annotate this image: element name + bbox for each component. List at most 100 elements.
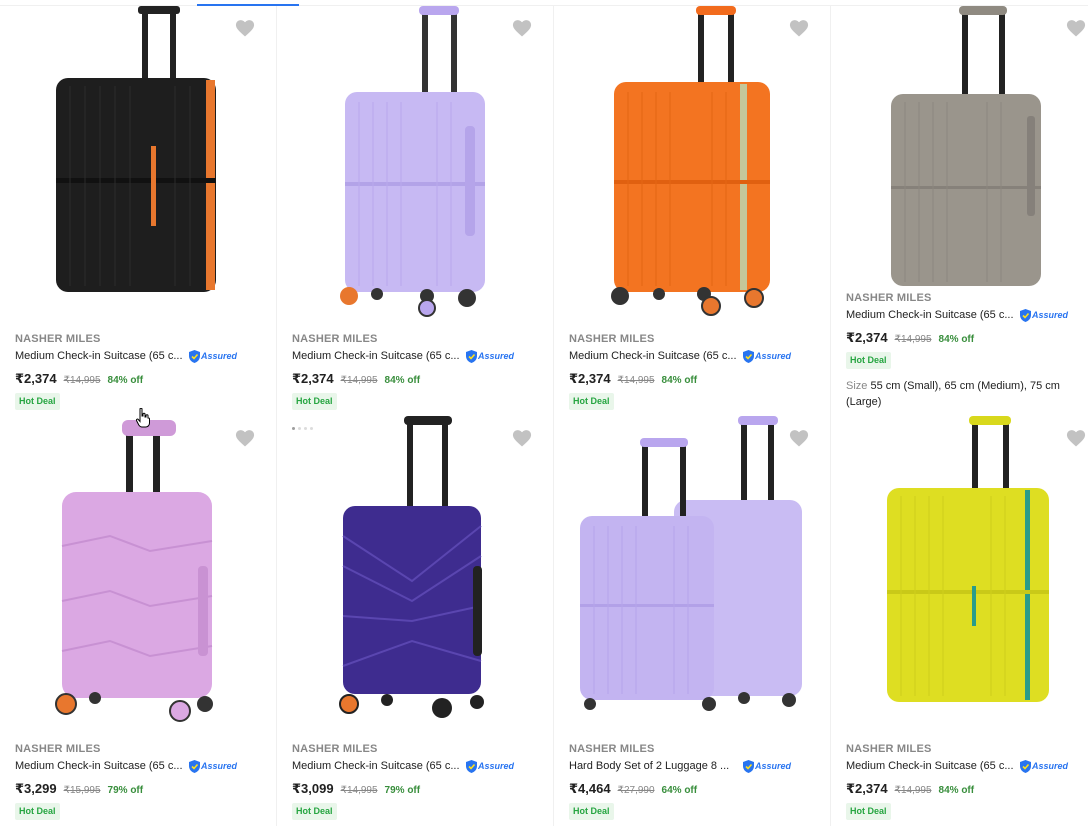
product-brand: NASHER MILES [292,743,378,755]
product-image[interactable] [0,6,277,326]
product-title[interactable]: Medium Check-in Suitcase (65 c... [846,308,1018,322]
product-image[interactable] [277,6,554,326]
product-image[interactable] [554,6,831,326]
assured-badge: Assured [189,349,238,363]
product-title[interactable]: Medium Check-in Suitcase (65 c... [292,349,464,363]
product-card[interactable]: NASHER MILES Medium Check-in Suitcase (6… [277,6,554,416]
size-values: 55 cm (Small), 65 cm (Medium), 75 cm (La… [846,380,1060,408]
assured-label: Assured [201,761,238,771]
assured-label: Assured [201,351,238,361]
product-title[interactable]: Medium Check-in Suitcase (65 c... [292,759,464,773]
product-card[interactable]: NASHER MILES Hard Body Set of 2 Luggage … [554,416,831,826]
assured-label: Assured [1032,761,1069,771]
product-brand: NASHER MILES [15,743,101,755]
product-price: ₹2,374 [15,371,57,386]
product-brand: NASHER MILES [292,333,378,345]
wishlist-heart-icon[interactable] [1065,18,1087,38]
assured-shield-icon [1020,308,1031,322]
image-carousel-dots[interactable] [292,427,313,430]
product-brand: NASHER MILES [846,743,932,755]
wishlist-heart-icon[interactable] [234,18,256,38]
product-discount: 79% off [107,785,144,796]
product-discount: 84% off [938,334,975,345]
hot-deal-badge: Hot Deal [292,393,337,410]
product-discount: 84% off [938,785,975,796]
assured-shield-icon [466,349,477,363]
wishlist-heart-icon[interactable] [234,428,256,448]
assured-shield-icon [743,759,754,773]
product-image[interactable] [0,416,277,736]
product-card[interactable]: NASHER MILES Medium Check-in Suitcase (6… [831,416,1088,826]
assured-shield-icon [466,759,477,773]
product-brand: NASHER MILES [569,333,655,345]
product-price: ₹2,374 [292,371,334,386]
product-price: ₹2,374 [846,330,888,345]
product-mrp: ₹14,995 [340,375,378,386]
wishlist-heart-icon[interactable] [511,428,533,448]
carousel-dot[interactable] [298,427,301,430]
hot-deal-badge: Hot Deal [15,393,60,410]
assured-badge: Assured [743,759,792,773]
product-image[interactable] [831,416,1088,736]
wishlist-heart-icon[interactable] [511,18,533,38]
product-title[interactable]: Medium Check-in Suitcase (65 c... [846,759,1018,773]
product-discount: 79% off [384,785,421,796]
product-price: ₹3,099 [292,781,334,796]
product-discount: 64% off [661,785,698,796]
product-price: ₹3,299 [15,781,57,796]
product-discount: 84% off [384,375,421,386]
product-price: ₹2,374 [569,371,611,386]
product-brand: NASHER MILES [846,292,932,304]
assured-label: Assured [755,761,792,771]
product-discount: 84% off [661,375,698,386]
product-price: ₹4,464 [569,781,611,796]
assured-badge: Assured [1020,759,1069,773]
assured-label: Assured [478,351,515,361]
carousel-dot[interactable] [304,427,307,430]
product-discount: 84% off [107,375,144,386]
product-mrp: ₹14,995 [617,375,655,386]
product-title[interactable]: Hard Body Set of 2 Luggage 8 ... [569,759,741,773]
wishlist-heart-icon[interactable] [1065,428,1087,448]
product-brand: NASHER MILES [15,333,101,345]
product-mrp: ₹14,995 [340,785,378,796]
product-title[interactable]: Medium Check-in Suitcase (65 c... [15,759,187,773]
product-title[interactable]: Medium Check-in Suitcase (65 c... [15,349,187,363]
assured-badge: Assured [466,349,515,363]
assured-shield-icon [743,349,754,363]
product-card[interactable]: NASHER MILES Medium Check-in Suitcase (6… [831,6,1088,416]
hot-deal-badge: Hot Deal [569,393,614,410]
product-mrp: ₹14,995 [894,334,932,345]
wishlist-heart-icon[interactable] [788,428,810,448]
product-image[interactable] [554,416,831,736]
product-mrp: ₹15,995 [63,785,101,796]
hot-deal-badge: Hot Deal [292,803,337,820]
product-image[interactable] [277,416,554,736]
hot-deal-badge: Hot Deal [846,803,891,820]
size-label: Size [846,380,868,392]
assured-label: Assured [1032,310,1069,320]
product-image[interactable] [831,6,1088,326]
product-brand: NASHER MILES [569,743,655,755]
product-title[interactable]: Medium Check-in Suitcase (65 c... [569,349,741,363]
assured-badge: Assured [466,759,514,773]
product-mrp: ₹14,995 [63,375,101,386]
assured-shield-icon [189,349,200,363]
product-card[interactable]: NASHER MILES Medium Check-in Suitcase (6… [0,416,277,826]
product-mrp: ₹27,990 [617,785,655,796]
product-card[interactable]: NASHER MILES Medium Check-in Suitcase (6… [554,6,831,416]
size-options: Size 55 cm (Small), 65 cm (Medium), 75 c… [846,378,1081,410]
hot-deal-badge: Hot Deal [846,352,891,369]
hand-cursor-icon [136,408,150,428]
carousel-dot[interactable] [310,427,313,430]
assured-shield-icon [189,759,200,773]
assured-badge: Assured [1020,308,1069,322]
product-price: ₹2,374 [846,781,888,796]
carousel-dot[interactable] [292,427,295,430]
hot-deal-badge: Hot Deal [569,803,614,820]
hot-deal-badge: Hot Deal [15,803,60,820]
product-mrp: ₹14,995 [894,785,932,796]
product-card[interactable]: NASHER MILES Medium Check-in Suitcase (6… [277,416,554,826]
product-card[interactable]: NASHER MILES Medium Check-in Suitcase (6… [0,6,277,416]
wishlist-heart-icon[interactable] [788,18,810,38]
